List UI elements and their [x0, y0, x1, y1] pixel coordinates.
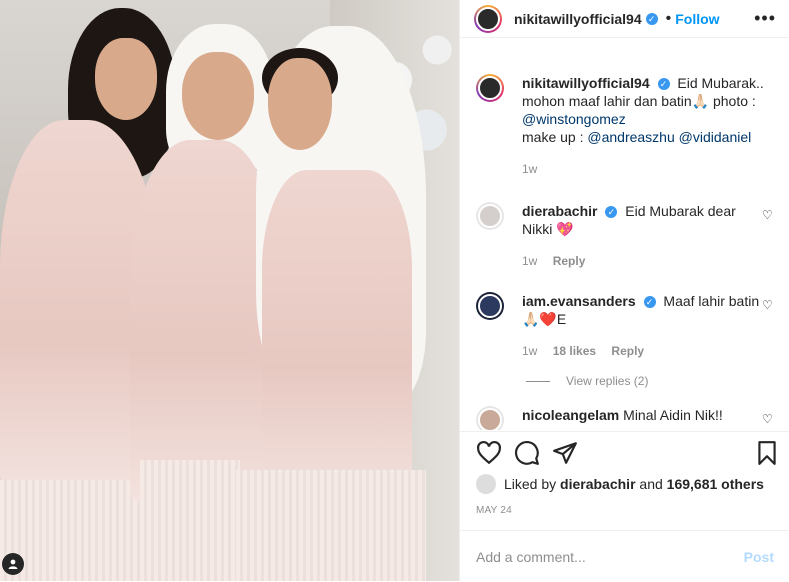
reply-button[interactable]: Reply — [611, 344, 644, 358]
caption-author[interactable]: nikitawillyofficial94 — [522, 75, 650, 91]
view-replies-button[interactable]: View replies (2) — [526, 374, 789, 388]
like-comment-icon[interactable]: ♡ — [762, 208, 774, 222]
comment-time[interactable]: 1w — [522, 344, 537, 358]
post-date[interactable]: MAY 24 — [476, 505, 512, 516]
likes-prefix: Liked by — [504, 476, 557, 492]
comment-item: nicoleangelam Minal Aidin Nik!! ♡ — [460, 406, 789, 430]
comment-text: Minal Aidin Nik!! — [623, 407, 723, 423]
tagged-user-icon[interactable] — [2, 553, 24, 575]
comment-bubble-icon[interactable] — [514, 440, 540, 466]
commenter-username[interactable]: iam.evansanders — [522, 293, 636, 309]
mention-makeup-2[interactable]: @vididaniel — [679, 129, 752, 145]
verified-icon: ✓ — [605, 206, 618, 219]
comment-meta: 1w Reply — [522, 252, 762, 270]
comment-meta: 1w 18 likes Reply — [522, 342, 762, 360]
commenter-avatar[interactable] — [476, 406, 504, 430]
comment-item: dierabachir ✓ Eid Mubarak dear Nikki 💖 1… — [460, 202, 789, 270]
post-photo[interactable] — [0, 0, 459, 581]
mention-makeup-1[interactable]: @andreaszhu — [587, 129, 674, 145]
figure-left-face — [95, 38, 157, 120]
liker-avatar[interactable] — [476, 474, 496, 494]
view-replies-label: View replies (2) — [566, 374, 649, 388]
verified-icon: ✓ — [645, 12, 658, 25]
comment-item: iam.evansanders ✓ Maaf lahir batin🙏🏻❤️E … — [460, 292, 789, 360]
author-username[interactable]: nikitawillyofficial94 — [514, 11, 642, 27]
post-header: nikitawillyofficial94 ✓ • Follow ••• — [460, 0, 789, 38]
likes-and: and — [639, 476, 663, 492]
add-comment-bar: Add a comment... Post — [460, 530, 789, 582]
share-plane-icon[interactable] — [552, 440, 578, 466]
commenter-username[interactable]: dierabachir — [522, 203, 597, 219]
caption-text-2: mohon maaf lahir dan batin🙏🏻 photo : — [522, 93, 756, 109]
commenter-avatar[interactable] — [476, 292, 504, 320]
follow-button[interactable]: Follow — [675, 11, 719, 27]
caption-text-1: Eid Mubarak.. — [677, 75, 764, 91]
verified-icon: ✓ — [643, 296, 656, 309]
mention-photographer[interactable]: @winstongomez — [522, 111, 626, 127]
comment-time[interactable]: 1w — [522, 254, 537, 268]
post-comment-button[interactable]: Post — [744, 549, 774, 565]
commenter-username[interactable]: nicoleangelam — [522, 407, 619, 423]
caption-author-avatar[interactable] — [476, 74, 504, 102]
like-heart-icon[interactable] — [476, 440, 502, 466]
replies-divider — [526, 380, 550, 382]
post-actions — [460, 431, 789, 474]
caption-meta: 1w — [522, 160, 774, 178]
like-comment-icon[interactable]: ♡ — [762, 298, 774, 312]
reply-button[interactable]: Reply — [553, 254, 586, 268]
figure-right-skirt — [236, 470, 426, 581]
commenter-avatar[interactable] — [476, 202, 504, 230]
comment-likes[interactable]: 18 likes — [553, 344, 596, 358]
separator-dot: • — [665, 9, 672, 27]
more-options-icon[interactable]: ••• — [754, 8, 776, 29]
author-avatar[interactable] — [474, 4, 502, 33]
figure-right-dress — [262, 170, 412, 500]
figure-right-face — [268, 58, 332, 150]
comment-input[interactable]: Add a comment... — [476, 549, 744, 565]
likes-summary: Liked by dierabachir and 169,681 others — [476, 474, 764, 494]
figure-middle-skirt — [140, 460, 240, 581]
comments-list[interactable]: nikitawillyofficial94 ✓ Eid Mubarak.. mo… — [460, 38, 789, 430]
save-bookmark-icon[interactable] — [754, 440, 780, 466]
liker-username[interactable]: dierabachir — [560, 476, 635, 492]
verified-icon: ✓ — [657, 78, 670, 91]
post-side-panel: nikitawillyofficial94 ✓ • Follow ••• nik… — [459, 0, 789, 581]
likes-count[interactable]: 169,681 others — [667, 476, 764, 492]
like-comment-icon[interactable]: ♡ — [762, 412, 774, 426]
caption: nikitawillyofficial94 ✓ Eid Mubarak.. mo… — [460, 38, 789, 178]
caption-time[interactable]: 1w — [522, 162, 537, 176]
caption-text-3: make up : — [522, 129, 584, 145]
figure-middle-face — [182, 52, 254, 140]
